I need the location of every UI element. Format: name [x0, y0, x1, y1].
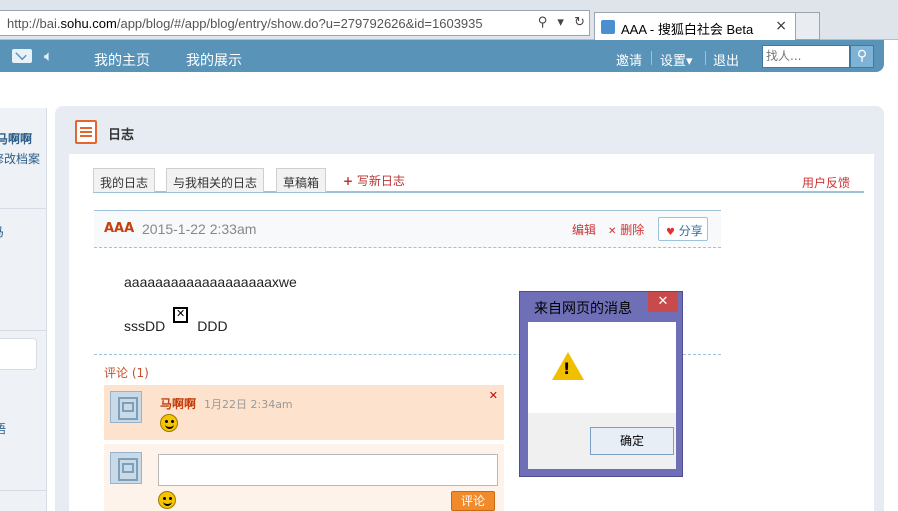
heart-icon: ♥ [666, 227, 675, 238]
tab-my-blog[interactable]: 我的日志 [93, 168, 156, 192]
address-url[interactable]: http://bai.sohu.com/app/blog/#/app/blog/… [7, 16, 483, 31]
ok-button[interactable]: 确定 [590, 427, 674, 455]
dialog-footer: 确定 [528, 413, 676, 469]
tab-close-button[interactable]: × [775, 18, 787, 34]
sidebar-divider [0, 208, 47, 209]
dialog-body: ! [528, 322, 676, 413]
sidebar-divider [0, 330, 47, 331]
new-tab-button[interactable] [796, 12, 820, 40]
emoticon-icon [160, 414, 178, 432]
comment-delete-icon[interactable]: ✕ [489, 389, 498, 402]
notepad-icon [75, 120, 97, 144]
browser-chrome: http://bai.sohu.com/app/blog/#/app/blog/… [0, 0, 898, 40]
address-bar[interactable]: http://bai.sohu.com/app/blog/#/app/blog/… [0, 10, 590, 36]
comment-item: 马啊啊 1月22日 2:34am ✕ [104, 385, 504, 440]
tab-drafts[interactable]: 草稿箱 [276, 168, 327, 192]
nav-invite[interactable]: 邀请 [616, 50, 642, 69]
refresh-icon[interactable]: ↻ [574, 15, 585, 30]
delete-icon: ✕ [608, 226, 617, 237]
dialog-title: 来自网页的消息 [534, 301, 632, 317]
mail-icon[interactable] [12, 49, 32, 63]
sidebar-divider [0, 490, 47, 491]
delete-button[interactable]: ✕ 删除 [608, 221, 644, 238]
comment-form: 评论 [104, 444, 504, 511]
entry-header: AAA 2015-1-22 2:33am 编辑 ✕ 删除 ♥ 分享 [94, 210, 721, 248]
comment-input[interactable] [158, 454, 498, 486]
entry-author[interactable]: AAA [104, 221, 134, 236]
alert-dialog: 来自网页的消息 ✕ ! 确定 [519, 291, 683, 477]
left-sidebar: 马啊啊 修改档案 马 语 [0, 108, 47, 511]
blog-panel: 日志 我的日志 与我相关的日志 草稿箱 + 写新日志 用户反馈 AAA 2015… [55, 106, 884, 511]
edit-button[interactable]: 编辑 [572, 221, 596, 238]
nav-settings[interactable]: 设置▾ [660, 50, 693, 69]
feedback-link[interactable]: 用户反馈 [802, 174, 850, 191]
browser-tab[interactable]: AAA - 搜狐白社会 Beta × [594, 12, 796, 40]
sidebar-item[interactable]: 语 [0, 420, 6, 437]
comments-title[interactable]: 评论 (1) [104, 364, 149, 381]
sidebar-user-name[interactable]: 马啊啊 [0, 130, 32, 147]
nav-separator [651, 51, 652, 65]
broken-image-icon [173, 307, 188, 323]
blog-tabs: 我的日志 与我相关的日志 草稿箱 + 写新日志 用户反馈 [93, 168, 864, 193]
dialog-close-button[interactable]: ✕ [648, 292, 678, 312]
dropdown-icon[interactable]: ▾ [557, 15, 564, 30]
nav-home[interactable]: 我的主页 [94, 50, 150, 70]
nav-showcase[interactable]: 我的展示 [186, 50, 242, 70]
section-title: 日志 [108, 128, 135, 143]
blog-content: 我的日志 与我相关的日志 草稿箱 + 写新日志 用户反馈 AAA 2015-1-… [69, 154, 874, 511]
sidebar-edit-profile[interactable]: 修改档案 [0, 150, 40, 167]
nav-logout[interactable]: 退出 [713, 50, 739, 69]
comment-author[interactable]: 马啊啊 [160, 395, 196, 412]
search-icon: ⚲ [856, 48, 868, 64]
site-nav: 🔈︎ 我的主页 我的展示 邀请 设置▾ 退出 ⚲ [0, 40, 884, 72]
sidebar-selected-item[interactable] [0, 338, 37, 370]
write-new-button[interactable]: + 写新日志 [343, 172, 405, 189]
search-icon[interactable]: ⚲ [538, 15, 548, 30]
warning-mark: ! [563, 359, 571, 378]
search-button[interactable]: ⚲ [850, 45, 874, 68]
entry-date: 2015-1-22 2:33am [142, 221, 257, 237]
comment-time: 1月22日 2:34am [204, 398, 293, 411]
speaker-icon[interactable]: 🔈︎ [44, 47, 53, 65]
emoticon-picker-icon[interactable] [158, 491, 176, 509]
tab-title: AAA - 搜狐白社会 Beta [621, 22, 754, 37]
tab-related-blog[interactable]: 与我相关的日志 [166, 168, 265, 192]
plus-icon: + [343, 174, 354, 188]
post-comment-button[interactable]: 评论 [451, 491, 495, 511]
avatar [110, 452, 142, 484]
avatar[interactable] [110, 391, 142, 423]
people-search[interactable] [762, 45, 850, 68]
share-button[interactable]: ♥ 分享 [658, 217, 708, 241]
favicon-icon [601, 20, 615, 34]
entry-body-line: aaaaaaaaaaaaaaaaaaaxwe [124, 274, 297, 290]
nav-separator [705, 51, 706, 65]
sidebar-item[interactable]: 马 [0, 223, 4, 240]
people-search-input[interactable] [766, 46, 848, 66]
